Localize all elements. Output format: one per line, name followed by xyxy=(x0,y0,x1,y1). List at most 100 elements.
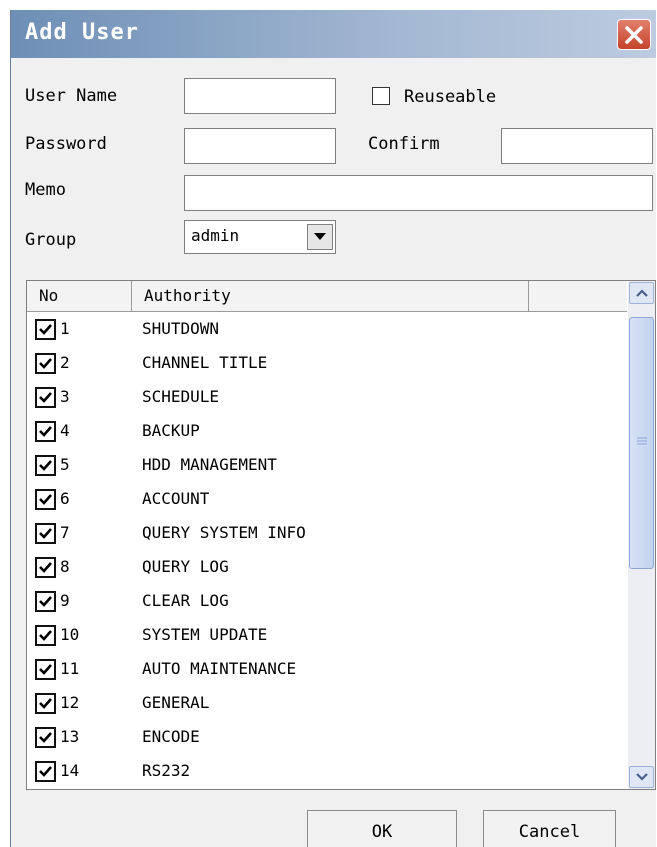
authority-number: 10 xyxy=(60,625,80,644)
checkmark-icon xyxy=(39,324,52,335)
authority-row[interactable]: 7 QUERY SYSTEM INFO xyxy=(27,516,627,550)
authority-name: GENERAL xyxy=(142,693,210,712)
user-name-label: User Name xyxy=(25,86,118,106)
authority-number: 14 xyxy=(60,761,80,780)
authority-checkbox[interactable] xyxy=(35,387,56,408)
confirm-field[interactable] xyxy=(501,128,653,164)
authority-name: QUERY SYSTEM INFO xyxy=(142,523,306,542)
authority-row[interactable]: 2 CHANNEL TITLE xyxy=(27,346,627,380)
group-select[interactable]: admin xyxy=(184,220,336,254)
reuseable-checkbox[interactable] xyxy=(372,87,390,105)
authority-checkbox[interactable] xyxy=(35,523,56,544)
dialog-title: Add User xyxy=(25,20,139,45)
column-header-no[interactable]: No xyxy=(27,281,132,311)
authority-row[interactable]: 1 SHUTDOWN xyxy=(27,312,627,346)
authority-name: SCHEDULE xyxy=(142,387,220,406)
checkmark-icon xyxy=(39,392,52,403)
checkmark-icon xyxy=(39,426,52,437)
authority-checkbox[interactable] xyxy=(35,693,56,714)
authority-name: AUTO MAINTENANCE xyxy=(142,659,297,678)
authority-row[interactable]: 8 QUERY LOG xyxy=(27,550,627,584)
authority-name: ENCODE xyxy=(142,727,200,746)
authority-row[interactable]: 12 GENERAL xyxy=(27,686,627,720)
scroll-up-button[interactable] xyxy=(629,282,654,304)
column-header-extra[interactable] xyxy=(529,281,627,311)
authority-checkbox[interactable] xyxy=(35,659,56,680)
authority-row[interactable]: 6 ACCOUNT xyxy=(27,482,627,516)
memo-label: Memo xyxy=(25,180,66,200)
chevron-up-icon xyxy=(636,289,648,297)
confirm-label: Confirm xyxy=(368,134,440,154)
authority-name: BACKUP xyxy=(142,421,200,440)
authority-number: 6 xyxy=(60,489,70,508)
authority-number: 13 xyxy=(60,727,80,746)
grip-icon xyxy=(637,437,647,445)
password-field[interactable] xyxy=(184,128,336,164)
authority-number: 11 xyxy=(60,659,80,678)
chevron-down-icon xyxy=(636,773,648,781)
authority-row[interactable]: 4 BACKUP xyxy=(27,414,627,448)
scrollbar-thumb[interactable] xyxy=(629,317,654,569)
authority-checkbox[interactable] xyxy=(35,761,56,782)
checkmark-icon xyxy=(39,664,52,675)
authority-row[interactable]: 3 SCHEDULE xyxy=(27,380,627,414)
authority-row[interactable]: 10 SYSTEM UPDATE xyxy=(27,618,627,652)
checkmark-icon xyxy=(39,732,52,743)
memo-field[interactable] xyxy=(184,175,653,211)
authority-checkbox[interactable] xyxy=(35,353,56,374)
authority-name: SHUTDOWN xyxy=(142,319,220,338)
authority-number: 12 xyxy=(60,693,80,712)
checkmark-icon xyxy=(39,494,52,505)
checkmark-icon xyxy=(39,358,52,369)
reuseable-label: Reuseable xyxy=(404,87,497,107)
chevron-down-icon xyxy=(314,233,326,240)
authority-checkbox[interactable] xyxy=(35,455,56,476)
authority-row[interactable]: 13 ENCODE xyxy=(27,720,627,754)
checkmark-icon xyxy=(39,562,52,573)
ok-button[interactable]: OK xyxy=(307,810,457,847)
list-scrollbar[interactable] xyxy=(628,281,655,789)
authority-checkbox[interactable] xyxy=(35,625,56,646)
authority-name: RS232 xyxy=(142,761,191,780)
authority-list-header: No Authority xyxy=(27,281,627,312)
authority-checkbox[interactable] xyxy=(35,319,56,340)
password-label: Password xyxy=(25,134,107,154)
group-select-value: admin xyxy=(191,226,240,245)
group-dropdown-button[interactable] xyxy=(307,224,333,250)
authority-row[interactable]: 5 HDD MANAGEMENT xyxy=(27,448,627,482)
authority-number: 7 xyxy=(60,523,70,542)
checkmark-icon xyxy=(39,528,52,539)
authority-row[interactable]: 14 RS232 xyxy=(27,754,627,788)
column-header-authority[interactable]: Authority xyxy=(132,281,529,311)
authority-row[interactable]: 9 CLEAR LOG xyxy=(27,584,627,618)
user-name-field[interactable] xyxy=(184,78,336,114)
scroll-down-button[interactable] xyxy=(629,766,654,788)
authority-checkbox[interactable] xyxy=(35,421,56,442)
authority-name: HDD MANAGEMENT xyxy=(142,455,277,474)
authority-checkbox[interactable] xyxy=(35,489,56,510)
authority-name: CHANNEL TITLE xyxy=(142,353,268,372)
checkmark-icon xyxy=(39,630,52,641)
authority-number: 4 xyxy=(60,421,70,440)
close-button[interactable] xyxy=(617,19,651,50)
checkmark-icon xyxy=(39,596,52,607)
authority-name: QUERY LOG xyxy=(142,557,229,576)
authority-number: 8 xyxy=(60,557,70,576)
authority-number: 2 xyxy=(60,353,70,372)
cancel-button[interactable]: Cancel xyxy=(483,810,616,847)
checkmark-icon xyxy=(39,766,52,777)
authority-checkbox[interactable] xyxy=(35,557,56,578)
title-bar[interactable]: Add User xyxy=(11,10,656,58)
authority-row[interactable]: 11 AUTO MAINTENANCE xyxy=(27,652,627,686)
checkmark-icon xyxy=(39,460,52,471)
checkmark-icon xyxy=(39,698,52,709)
authority-name: ACCOUNT xyxy=(142,489,210,508)
authority-number: 9 xyxy=(60,591,70,610)
authority-checkbox[interactable] xyxy=(35,591,56,612)
authority-checkbox[interactable] xyxy=(35,727,56,748)
add-user-dialog: Add User User Name Reuseable Password Co… xyxy=(10,10,656,847)
group-label: Group xyxy=(25,230,77,250)
authority-number: 3 xyxy=(60,387,70,406)
authority-name: SYSTEM UPDATE xyxy=(142,625,268,644)
authority-list[interactable]: No Authority 1 SHUTDOWN 2 CHANNEL TITLE 3 SCH… xyxy=(26,280,656,790)
